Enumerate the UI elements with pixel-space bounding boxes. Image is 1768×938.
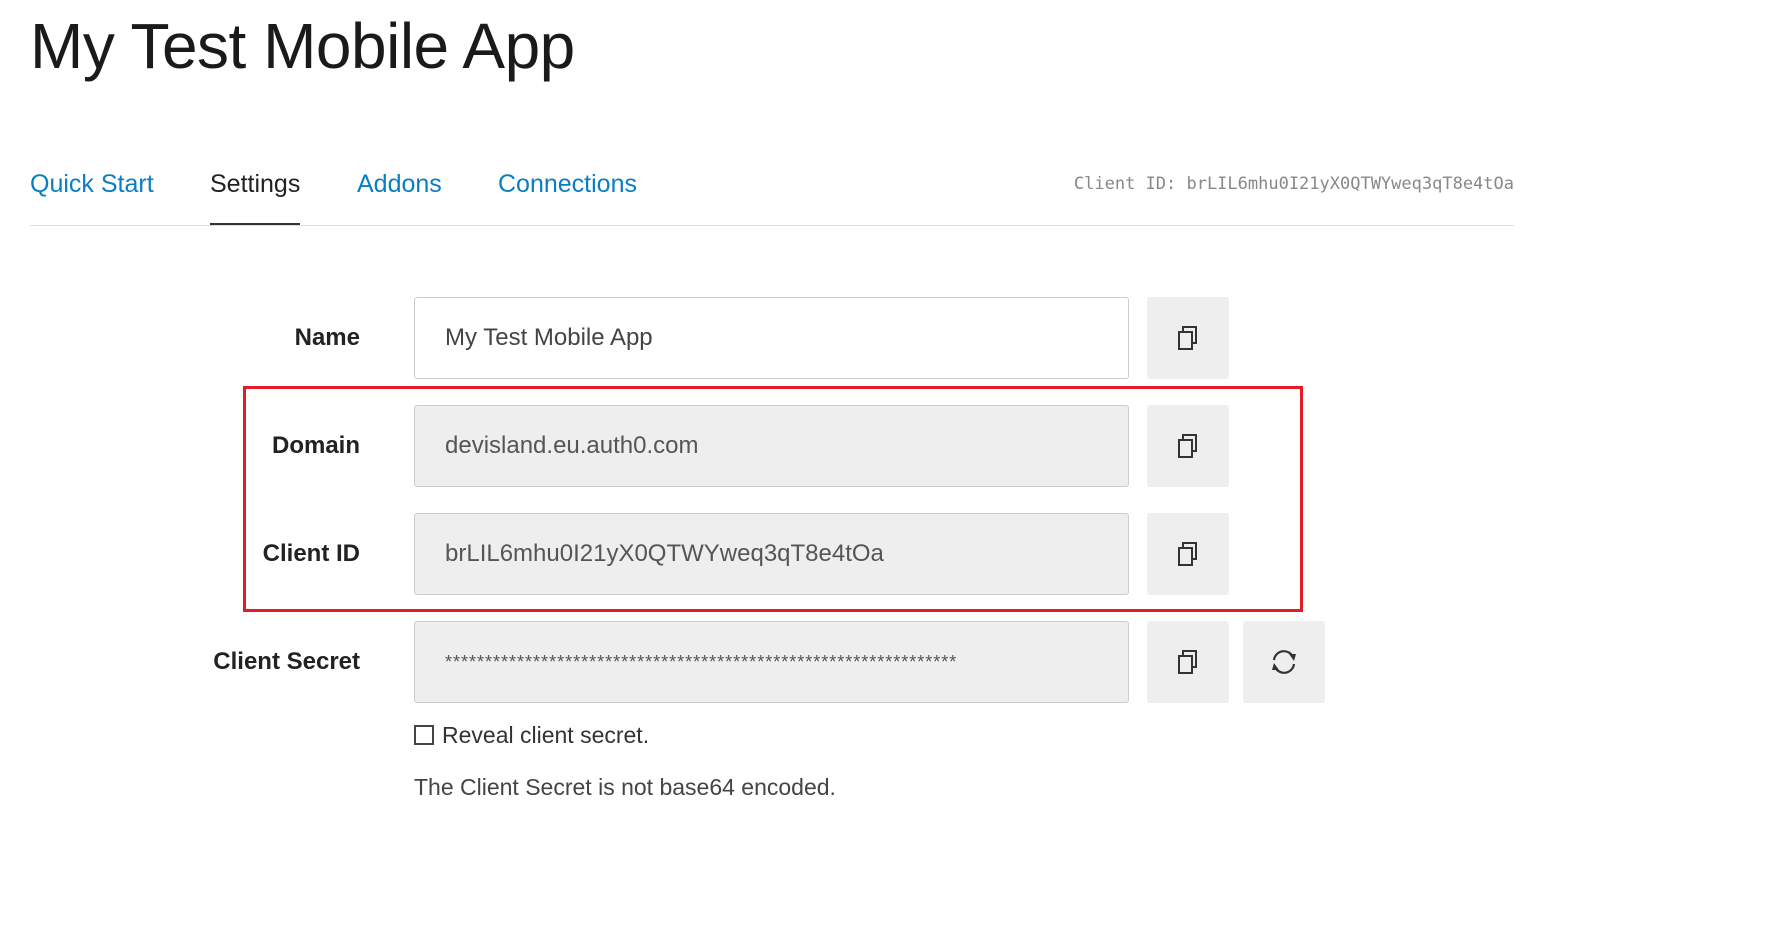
rotate-secret-button[interactable] — [1243, 621, 1325, 703]
client-id-field[interactable] — [414, 513, 1129, 595]
secret-help-text: The Client Secret is not base64 encoded. — [414, 774, 836, 800]
copy-icon — [1176, 649, 1200, 675]
domain-field[interactable] — [414, 405, 1129, 487]
name-field[interactable] — [414, 297, 1129, 379]
client-secret-label: Client Secret — [213, 648, 360, 675]
copy-client-secret-button[interactable] — [1147, 621, 1229, 703]
copy-icon — [1176, 541, 1200, 567]
client-id-label: Client ID — [262, 540, 360, 567]
tab-addons[interactable]: Addons — [357, 164, 442, 204]
rotate-icon — [1269, 648, 1299, 676]
page-title: My Test Mobile App — [30, 10, 575, 82]
tab-bar: Quick Start Settings Addons Connections … — [30, 160, 1514, 226]
tab-settings[interactable]: Settings — [210, 164, 301, 225]
copy-name-button[interactable] — [1147, 297, 1229, 379]
name-label: Name — [294, 324, 360, 351]
reveal-secret-row[interactable]: Reveal client secret. — [414, 718, 649, 752]
copy-client-id-button[interactable] — [1147, 513, 1229, 595]
copy-icon — [1176, 433, 1200, 459]
header-client-id: Client ID: brLIL6mhu0I21yX0QTWYweq3qT8e4… — [1073, 174, 1514, 194]
client-secret-field[interactable] — [414, 621, 1129, 703]
copy-icon — [1176, 325, 1200, 351]
tab-connections[interactable]: Connections — [498, 164, 637, 204]
domain-label: Domain — [271, 432, 360, 459]
copy-domain-button[interactable] — [1147, 405, 1229, 487]
tab-quick-start[interactable]: Quick Start — [30, 164, 154, 204]
reveal-secret-checkbox[interactable] — [414, 725, 434, 745]
reveal-secret-label[interactable]: Reveal client secret. — [442, 722, 649, 749]
